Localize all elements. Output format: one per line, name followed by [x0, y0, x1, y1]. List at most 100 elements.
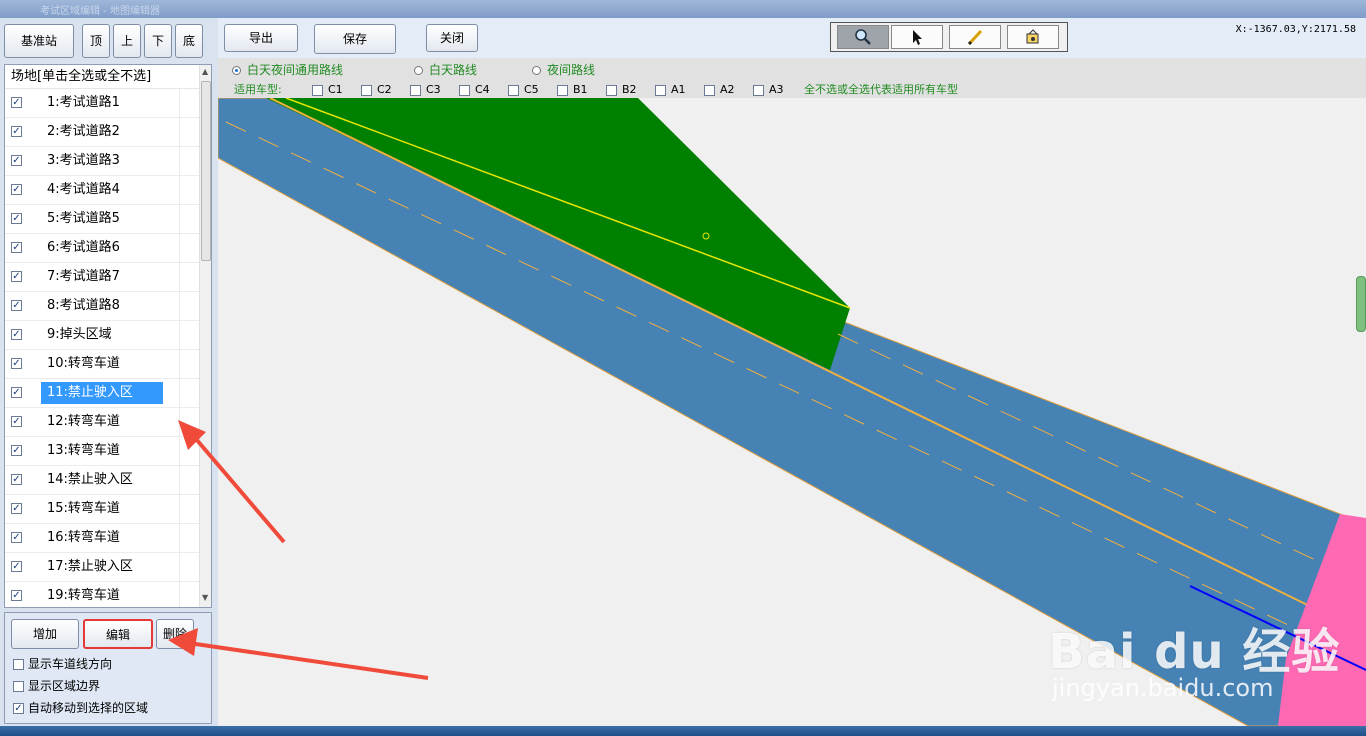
- checkbox[interactable]: [459, 84, 470, 96]
- list-item-label[interactable]: 2:考试道路2: [41, 121, 126, 143]
- radio[interactable]: [414, 66, 423, 75]
- vehicle-type-b1[interactable]: B1: [557, 82, 588, 98]
- item-checkbox[interactable]: ✓: [11, 97, 22, 108]
- item-checkbox[interactable]: ✓: [11, 445, 22, 456]
- list-item[interactable]: ✓ 16:转弯车道: [5, 524, 199, 553]
- pointer-tool[interactable]: [891, 25, 943, 49]
- route-night[interactable]: 夜间路线: [532, 62, 595, 78]
- vehicle-type-c2[interactable]: C2: [361, 82, 392, 98]
- list-item-label[interactable]: 1:考试道路1: [41, 92, 126, 114]
- paint-tool[interactable]: [1007, 25, 1059, 49]
- item-checkbox[interactable]: ✓: [11, 387, 22, 398]
- item-checkbox[interactable]: ✓: [11, 474, 22, 485]
- list-item[interactable]: ✓ 15:转弯车道: [5, 495, 199, 524]
- list-item-label[interactable]: 7:考试道路7: [41, 266, 126, 288]
- list-item-label[interactable]: 8:考试道路8: [41, 295, 126, 317]
- vehicle-type-a3[interactable]: A3: [753, 82, 784, 98]
- item-checkbox[interactable]: ✓: [11, 300, 22, 311]
- export-button[interactable]: 导出: [224, 24, 298, 52]
- save-button[interactable]: 保存: [314, 24, 396, 54]
- move-top-button[interactable]: 顶: [82, 24, 110, 58]
- vehicle-type-a2[interactable]: A2: [704, 82, 735, 98]
- list-item-label[interactable]: 14:禁止驶入区: [41, 469, 139, 491]
- list-item-label[interactable]: 13:转弯车道: [41, 440, 126, 462]
- list-item-label[interactable]: 4:考试道路4: [41, 179, 126, 201]
- list-item-label[interactable]: 11:禁止驶入区: [41, 382, 163, 404]
- item-checkbox[interactable]: ✓: [11, 532, 22, 543]
- list-item-label[interactable]: 16:转弯车道: [41, 527, 126, 549]
- list-item-label[interactable]: 6:考试道路6: [41, 237, 126, 259]
- close-button[interactable]: 关闭: [426, 24, 478, 52]
- route-day[interactable]: 白天路线: [414, 62, 477, 78]
- checkbox[interactable]: [410, 84, 421, 96]
- list-item-label[interactable]: 3:考试道路3: [41, 150, 126, 172]
- item-checkbox[interactable]: ✓: [11, 213, 22, 224]
- checkbox[interactable]: [361, 84, 372, 96]
- list-item[interactable]: ✓ 3:考试道路3: [5, 147, 199, 176]
- item-checkbox[interactable]: ✓: [11, 561, 22, 572]
- list-item-label[interactable]: 17:禁止驶入区: [41, 556, 139, 578]
- list-item[interactable]: ✓ 13:转弯车道: [5, 437, 199, 466]
- vehicle-type-c4[interactable]: C4: [459, 82, 490, 98]
- map-scroll-indicator[interactable]: [1356, 276, 1366, 332]
- list-item-label[interactable]: 12:转弯车道: [41, 411, 126, 433]
- move-down-button[interactable]: 下: [144, 24, 172, 58]
- checkbox[interactable]: [312, 84, 323, 96]
- radio[interactable]: [232, 66, 241, 75]
- list-item[interactable]: ✓ 19:转弯车道: [5, 582, 199, 607]
- list-item[interactable]: ✓ 17:禁止驶入区: [5, 553, 199, 582]
- checkbox[interactable]: ✓: [13, 703, 24, 714]
- option-show-lane-direction[interactable]: 显示车道线方向: [13, 655, 112, 673]
- vehicle-type-c5[interactable]: C5: [508, 82, 539, 98]
- item-checkbox[interactable]: ✓: [11, 329, 22, 340]
- item-checkbox[interactable]: ✓: [11, 416, 22, 427]
- zoom-tool[interactable]: [837, 25, 889, 49]
- list-item[interactable]: ✓ 9:掉头区域: [5, 321, 199, 350]
- checkbox[interactable]: [13, 681, 24, 692]
- item-checkbox[interactable]: ✓: [11, 242, 22, 253]
- list-item-label[interactable]: 10:转弯车道: [41, 353, 126, 375]
- item-checkbox[interactable]: ✓: [11, 126, 22, 137]
- checkbox[interactable]: [753, 84, 764, 96]
- list-header-select-all[interactable]: 场地[单击全选或全不选]: [5, 65, 199, 89]
- list-item[interactable]: ✓ 5:考试道路5: [5, 205, 199, 234]
- item-checkbox[interactable]: ✓: [11, 271, 22, 282]
- checkbox[interactable]: [655, 84, 666, 96]
- list-item[interactable]: ✓ 14:禁止驶入区: [5, 466, 199, 495]
- scroll-down-icon[interactable]: ▼: [202, 593, 208, 602]
- list-item[interactable]: ✓ 2:考试道路2: [5, 118, 199, 147]
- list-scrollbar[interactable]: ▲ ▼: [199, 65, 211, 607]
- list-item[interactable]: ✓ 11:禁止驶入区: [5, 379, 199, 408]
- list-item-label[interactable]: 9:掉头区域: [41, 324, 118, 346]
- add-button[interactable]: 增加: [11, 619, 79, 649]
- checkbox[interactable]: [704, 84, 715, 96]
- item-checkbox[interactable]: ✓: [11, 184, 22, 195]
- option-show-area-border[interactable]: 显示区域边界: [13, 677, 100, 695]
- move-up-button[interactable]: 上: [113, 24, 141, 58]
- move-bottom-button[interactable]: 底: [175, 24, 203, 58]
- list-item-label[interactable]: 15:转弯车道: [41, 498, 126, 520]
- base-station-button[interactable]: 基准站: [4, 24, 74, 58]
- vehicle-type-a1[interactable]: A1: [655, 82, 686, 98]
- item-checkbox[interactable]: ✓: [11, 503, 22, 514]
- list-item-label[interactable]: 19:转弯车道: [41, 585, 126, 607]
- pencil-tool[interactable]: [949, 25, 1001, 49]
- vehicle-type-b2[interactable]: B2: [606, 82, 637, 98]
- list-item[interactable]: ✓ 7:考试道路7: [5, 263, 199, 292]
- checkbox[interactable]: [508, 84, 519, 96]
- delete-button[interactable]: 删除: [156, 619, 194, 649]
- list-item[interactable]: ✓ 12:转弯车道: [5, 408, 199, 437]
- vehicle-type-c3[interactable]: C3: [410, 82, 441, 98]
- route-day-night[interactable]: 白天夜间通用路线: [232, 62, 343, 78]
- item-checkbox[interactable]: ✓: [11, 358, 22, 369]
- list-item[interactable]: ✓ 10:转弯车道: [5, 350, 199, 379]
- scroll-thumb[interactable]: [201, 81, 211, 261]
- vehicle-type-c1[interactable]: C1: [312, 82, 343, 98]
- radio[interactable]: [532, 66, 541, 75]
- item-checkbox[interactable]: ✓: [11, 590, 22, 601]
- list-item-label[interactable]: 5:考试道路5: [41, 208, 126, 230]
- area-list[interactable]: 场地[单击全选或全不选] ✓ 1:考试道路1 ✓ 2:考试道路2 ✓ 3:考试道路3 ✓ 4:…: [4, 64, 212, 608]
- checkbox[interactable]: [13, 659, 24, 670]
- list-item[interactable]: ✓ 6:考试道路6: [5, 234, 199, 263]
- scroll-up-icon[interactable]: ▲: [202, 67, 208, 76]
